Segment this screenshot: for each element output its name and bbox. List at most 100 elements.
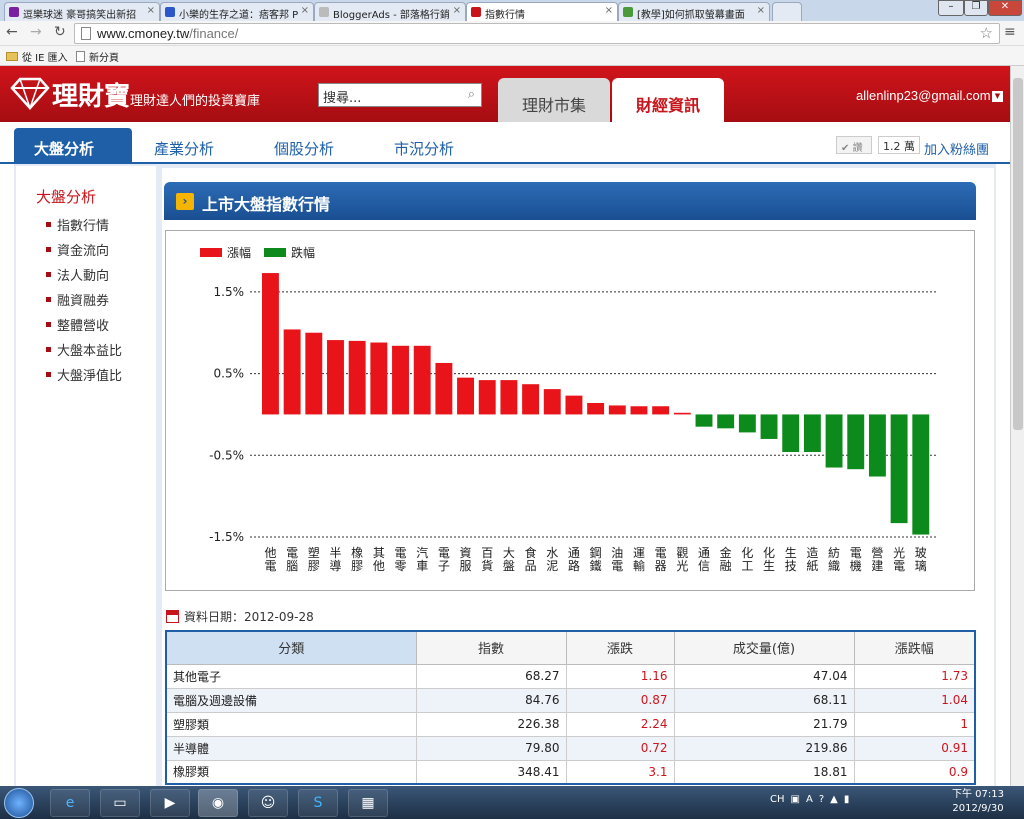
x-tick-label: 汽車 (416, 545, 428, 573)
x-tick-label: 電機 (850, 546, 862, 573)
minimize-button[interactable]: – (938, 0, 964, 16)
address-bar[interactable]: www.cmoney.tw/finance/ ☆ (74, 23, 1000, 44)
keyboard-icon[interactable]: ▣ (791, 794, 800, 805)
tray-expand-icon[interactable]: ▲ (830, 794, 838, 805)
x-tick-label: 其他 (373, 546, 385, 573)
scrollbar-thumb[interactable] (1013, 78, 1023, 430)
site-header: 理財寶 理財達人們的投資寶庫 搜尋... ⌕ 理財市集 財經資訊 allenli… (0, 66, 1010, 122)
index-chart: 漲幅 跌幅 1.5% 0.5% -0.5% -1.5% 他電 電腦 塑膠 半導 橡膠 其他 電零 汽車 電子… (165, 230, 975, 591)
table-row[interactable]: 其他電子 68.27 1.16 47.04 1.73 (165, 663, 976, 689)
col-header-change[interactable]: 漲跌 (565, 630, 675, 665)
sidebar-item[interactable]: 大盤本益比 (46, 337, 122, 362)
search-icon[interactable]: ⌕ (468, 87, 475, 102)
tab-market[interactable]: 理財市集 (498, 78, 610, 122)
col-header-change-pct[interactable]: 漲跌幅 (853, 630, 976, 665)
like-button[interactable]: ✔ 讚 (836, 136, 872, 154)
browser-tab[interactable]: 小樂的生存之道：痞客邦 P × (160, 2, 314, 21)
messenger-icon[interactable]: ☺ (248, 789, 288, 817)
join-fan-page-link[interactable]: 加入粉絲團 (924, 139, 989, 158)
tab-stock-analysis[interactable]: 個股分析 (274, 138, 334, 159)
sidebar-item[interactable]: 法人動向 (46, 262, 122, 287)
reload-icon[interactable]: ↻ (54, 24, 66, 40)
ie-icon[interactable]: e (50, 789, 90, 817)
legend-label-up: 漲幅 (227, 245, 251, 260)
cell-change: 2.24 (565, 711, 675, 737)
browser-tab[interactable]: BloggerAds - 部落格行銷 × (314, 2, 466, 21)
table-row[interactable]: 塑膠類 226.38 2.24 21.79 1 (165, 711, 976, 737)
cell-category: 塑膠類 (165, 711, 417, 737)
table-row[interactable]: 電腦及週邊設備 84.76 0.87 68.11 1.04 (165, 687, 976, 713)
start-button[interactable] (4, 788, 34, 818)
vertical-scrollbar[interactable] (1010, 66, 1024, 786)
bar (630, 406, 648, 415)
legend-label-down: 跌幅 (291, 245, 315, 260)
sidebar-item[interactable]: 整體營收 (46, 312, 122, 337)
tab-industry-analysis[interactable]: 產業分析 (154, 138, 214, 159)
x-tick-label: 生技 (785, 546, 797, 573)
col-header-volume[interactable]: 成交量(億) (673, 630, 855, 665)
chrome-menu-icon[interactable]: ≡ (1004, 24, 1016, 40)
clock[interactable]: 下午 07:13 2012/9/30 (952, 788, 1004, 816)
help-icon[interactable]: ? (819, 794, 824, 805)
close-icon[interactable]: × (453, 5, 461, 16)
sidebar-item-label: 指數行情 (57, 219, 110, 234)
bar (825, 414, 843, 468)
tab-finance-info[interactable]: 財經資訊 (612, 78, 724, 122)
sidebar-item[interactable]: 資金流向 (46, 237, 122, 262)
sidebar-item[interactable]: 大盤淨值比 (46, 362, 122, 387)
site-logo[interactable]: 理財寶 (52, 76, 130, 113)
media-player-icon[interactable]: ▶ (150, 789, 190, 817)
network-icon[interactable]: ▮ (844, 794, 850, 805)
x-tick-label: 光電 (893, 546, 905, 573)
forward-arrow-icon[interactable]: → (30, 24, 42, 40)
bar (890, 414, 908, 524)
col-header-category[interactable]: 分類 (165, 630, 417, 665)
page-favicon-icon (319, 7, 329, 17)
explorer-folder-icon[interactable]: ▭ (100, 789, 140, 817)
new-tab-button[interactable] (772, 2, 802, 21)
back-arrow-icon[interactable]: ← (6, 24, 18, 40)
legend-swatch-down (264, 248, 286, 257)
bookmark-star-icon[interactable]: ☆ (980, 24, 993, 42)
maximize-button[interactable]: ❐ (964, 0, 988, 16)
browser-tab[interactable]: 逗樂球迷 豪哥搞笑出新招 × (4, 2, 160, 21)
control-panel-icon[interactable]: ▦ (348, 789, 388, 817)
bookmark-new-tab[interactable]: 新分頁 (76, 49, 119, 64)
col-header-index[interactable]: 指數 (415, 630, 567, 665)
bar (587, 402, 605, 415)
sidebar-title[interactable]: 大盤分析 (36, 186, 96, 207)
user-account[interactable]: allenlinp23@gmail.com (856, 88, 991, 103)
site-favicon-icon (165, 7, 175, 17)
ime-icon[interactable]: A (806, 794, 813, 805)
tab-market-analysis[interactable]: 大盤分析 (14, 128, 132, 164)
sidebar-item[interactable]: 融資融券 (46, 287, 122, 312)
close-icon[interactable]: × (605, 5, 613, 16)
page-icon (81, 27, 91, 40)
bar (803, 414, 821, 453)
chrome-icon[interactable]: ◉ (198, 789, 238, 817)
section-header: › 上市大盤指數行情 (164, 182, 976, 220)
tab-market-condition[interactable]: 市況分析 (394, 138, 454, 159)
bookmark-label: 從 IE 匯入 (22, 53, 68, 64)
browser-tab[interactable]: [教學]如何抓取螢幕畫面 × (618, 2, 770, 21)
close-window-button[interactable]: ✕ (988, 0, 1022, 16)
bar (262, 273, 279, 415)
close-icon[interactable]: × (757, 5, 765, 16)
chevron-down-icon[interactable]: ▼ (992, 91, 1003, 102)
close-icon[interactable]: × (301, 5, 309, 16)
bookmark-import-ie[interactable]: 從 IE 匯入 (6, 49, 68, 64)
close-icon[interactable]: × (147, 5, 155, 16)
language-indicator[interactable]: CH (770, 794, 785, 805)
search-input[interactable]: 搜尋... ⌕ (318, 83, 482, 107)
table-row[interactable]: 半導體 79.80 0.72 219.86 0.91 (165, 735, 976, 761)
clock-date: 2012/9/30 (952, 803, 1004, 814)
cell-change-pct: 0.9 (853, 759, 976, 785)
system-tray: CH ▣ A ? ▲ ▮ (770, 794, 849, 805)
table-row[interactable]: 橡膠類 348.41 3.1 18.81 0.9 (165, 759, 976, 785)
bar (348, 340, 366, 415)
skype-icon[interactable]: S (298, 789, 338, 817)
index-table: 分類 指數 漲跌 成交量(億) 漲跌幅 其他電子 68.27 1.16 47.0… (165, 630, 976, 785)
sidebar-item[interactable]: 指數行情 (46, 212, 122, 237)
browser-tab-active[interactable]: 指數行情 × (466, 2, 618, 21)
bar (522, 384, 540, 415)
